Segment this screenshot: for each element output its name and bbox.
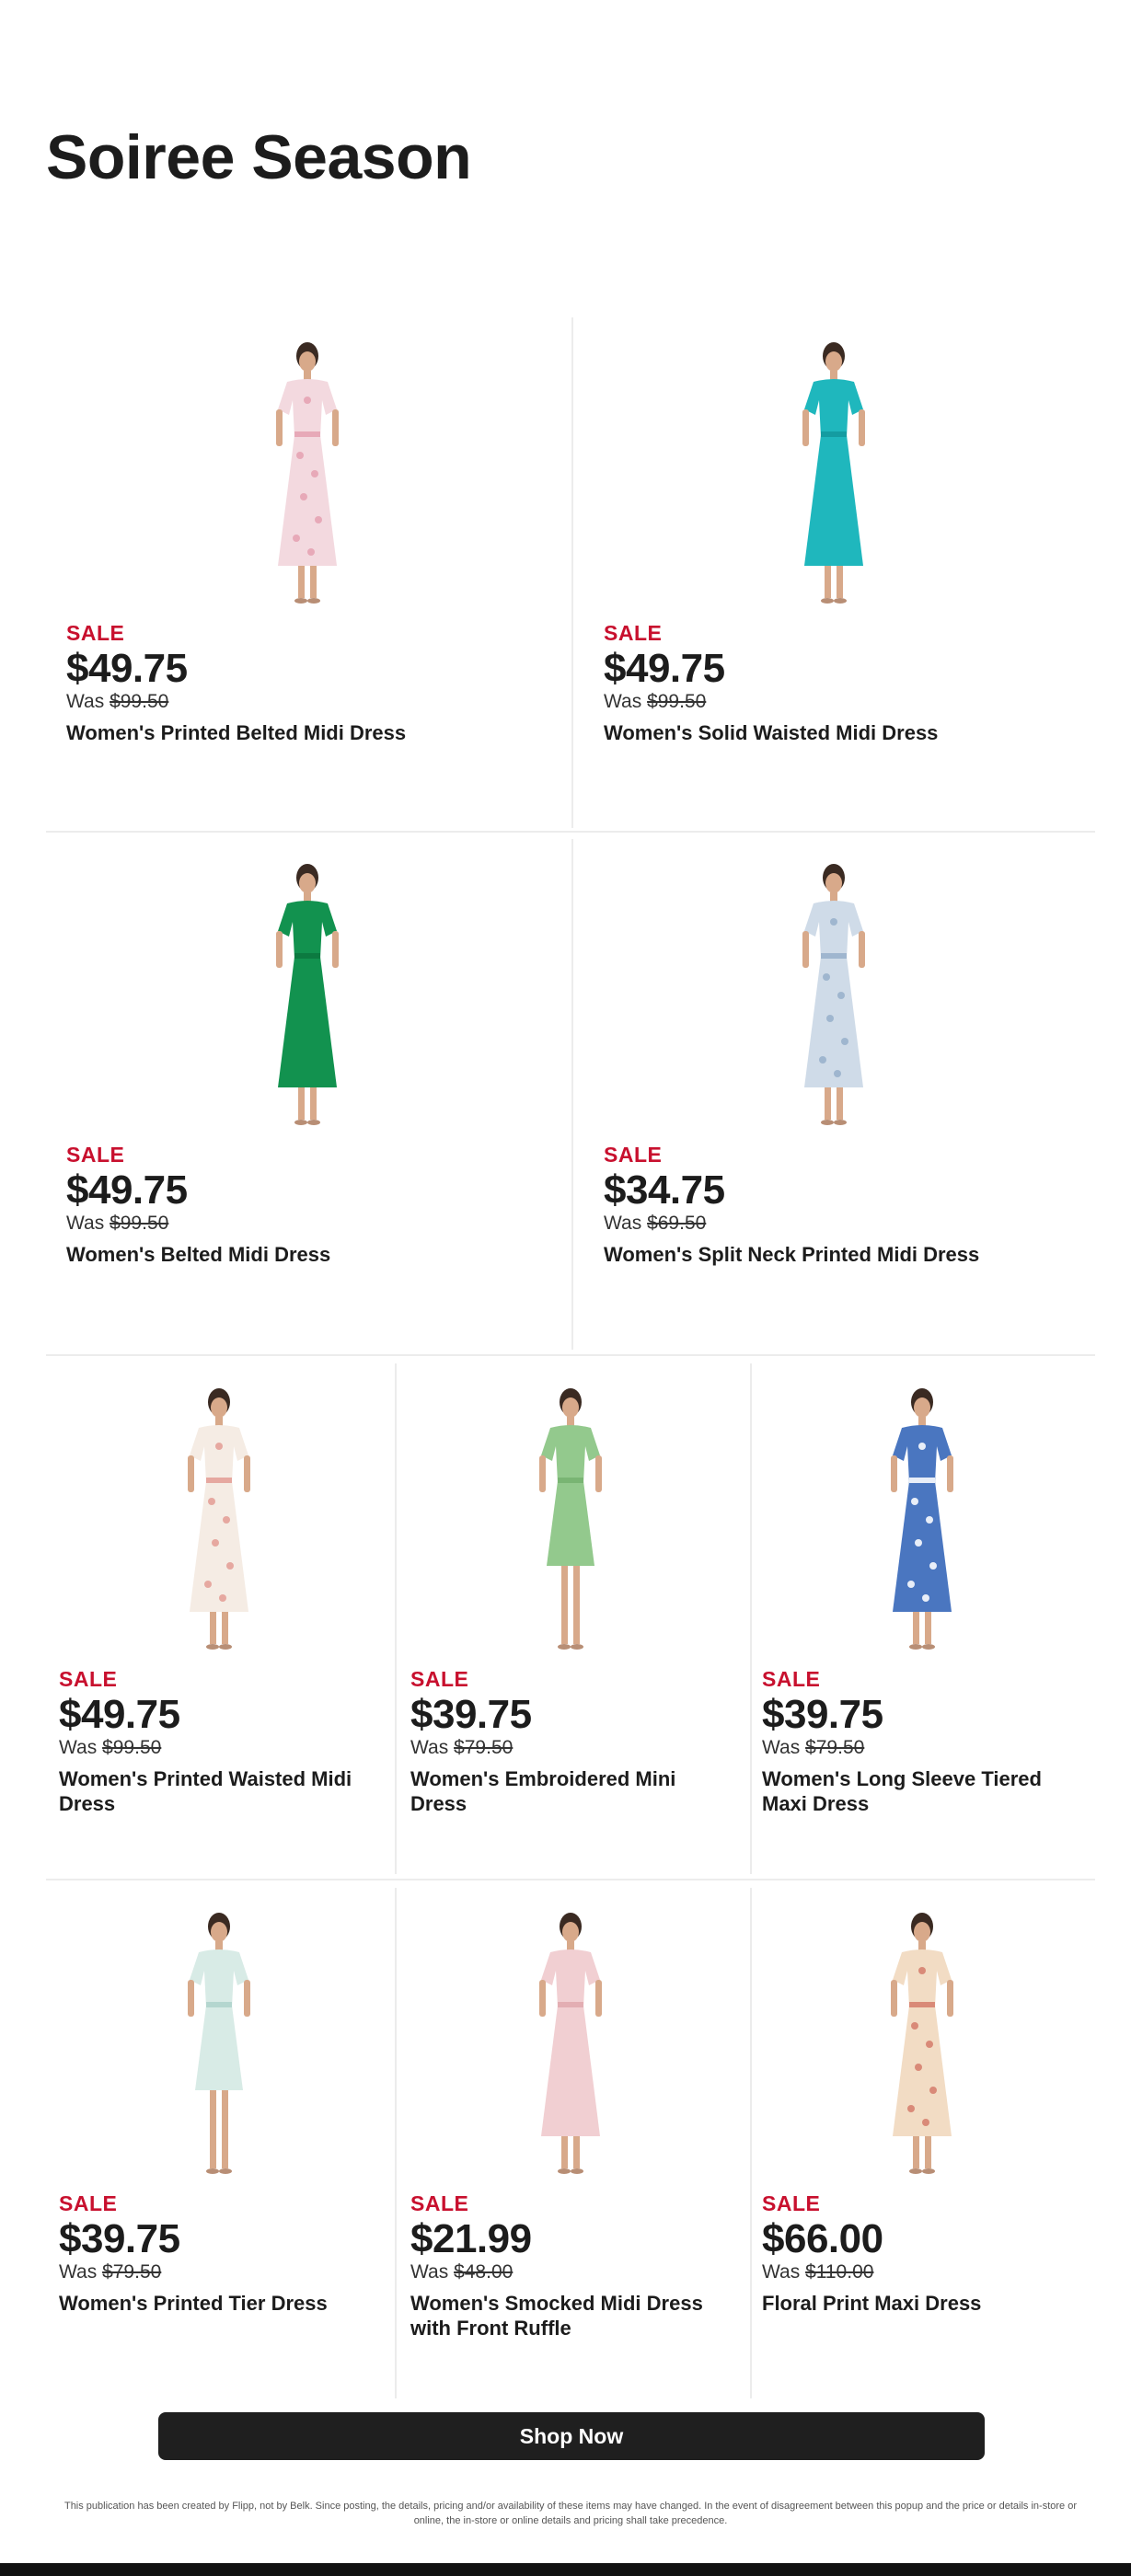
product-row: SALE $49.75 Was $99.50 Women's Belted Mi… [46,839,1095,1350]
sale-price: $66.00 [762,2216,883,2261]
sale-price: $49.75 [604,646,725,691]
original-price: Was $99.50 [66,1213,169,1234]
page-title: Soiree Season [46,122,472,192]
sale-price: $39.75 [762,1692,883,1737]
dress-model-illustration [891,1913,953,2174]
original-price: Was $110.00 [762,2261,874,2283]
sale-badge: SALE [762,1667,821,1691]
dress-model-illustration [802,342,865,604]
sale-price: $39.75 [59,2216,180,2261]
original-price: Was $99.50 [66,691,169,712]
product-card[interactable]: SALE $49.75 Was $99.50 Women's Belted Mi… [46,839,569,1350]
original-price: Was $99.50 [604,691,707,712]
sale-badge: SALE [410,1667,469,1691]
dress-model-illustration [539,1388,602,1650]
original-price: Was $69.50 [604,1213,707,1234]
original-price: Was $48.00 [410,2261,514,2283]
sale-badge: SALE [604,1143,663,1167]
product-name[interactable]: Women's Printed Belted Midi Dress [66,720,406,745]
product-name[interactable]: Women's Printed Tier Dress [59,2291,385,2316]
sale-price: $49.75 [66,1167,188,1213]
dress-model-illustration [276,864,339,1125]
original-price: Was $79.50 [410,1737,514,1758]
product-card[interactable]: SALE $21.99 Was $48.00 Women's Smocked M… [398,1888,744,2398]
product-card[interactable]: SALE $49.75 Was $99.50 Women's Solid Wai… [572,317,1095,828]
sale-badge: SALE [66,1143,125,1167]
product-name[interactable]: Floral Print Maxi Dress [762,2291,1088,2316]
sale-badge: SALE [59,1667,118,1691]
product-image[interactable] [572,857,1095,1133]
sale-price: $49.75 [66,646,188,691]
dress-model-illustration [539,1913,602,2174]
product-image[interactable] [749,1382,1095,1658]
product-image[interactable] [46,857,569,1133]
product-card[interactable]: SALE $34.75 Was $69.50 Women's Split Nec… [572,839,1095,1350]
product-image[interactable] [398,1906,744,2182]
product-name[interactable]: Women's Embroidered Mini Dress [410,1766,736,1816]
original-price: Was $79.50 [762,1737,865,1758]
product-image[interactable] [46,336,569,612]
product-name[interactable]: Women's Smocked Midi Dress with Front Ru… [410,2291,736,2340]
product-name[interactable]: Women's Belted Midi Dress [66,1242,330,1267]
dress-model-illustration [276,342,339,604]
product-image[interactable] [398,1382,744,1658]
sale-badge: SALE [410,2191,469,2215]
dress-model-illustration [188,1913,250,2174]
product-name[interactable]: Women's Split Neck Printed Midi Dress [604,1242,979,1267]
product-row: SALE $39.75 Was $79.50 Women's Printed T… [46,1888,1095,2398]
sale-badge: SALE [66,621,125,645]
sale-badge: SALE [604,621,663,645]
divider [46,1354,1095,1356]
sale-price: $21.99 [410,2216,532,2261]
product-card[interactable]: SALE $39.75 Was $79.50 Women's Printed T… [46,1888,392,2398]
product-card[interactable]: SALE $66.00 Was $110.00 Floral Print Max… [749,1888,1095,2398]
product-image[interactable] [572,336,1095,612]
product-card[interactable]: SALE $39.75 Was $79.50 Women's Long Slee… [749,1363,1095,1874]
product-card[interactable]: SALE $39.75 Was $79.50 Women's Embroider… [398,1363,744,1874]
sale-badge: SALE [762,2191,821,2215]
product-row: SALE $49.75 Was $99.50 Women's Printed W… [46,1363,1095,1874]
product-row: SALE $49.75 Was $99.50 Women's Printed B… [46,317,1095,828]
original-price: Was $79.50 [59,2261,162,2283]
product-name[interactable]: Women's Printed Waisted Midi Dress [59,1766,385,1816]
bottom-bar [0,2563,1131,2576]
sale-price: $39.75 [410,1692,532,1737]
divider [46,831,1095,833]
sale-price: $49.75 [59,1692,180,1737]
product-name[interactable]: Women's Long Sleeve Tiered Maxi Dress [762,1766,1088,1816]
divider [46,1879,1095,1880]
product-image[interactable] [749,1906,1095,2182]
dress-model-illustration [891,1388,953,1650]
shop-now-button[interactable]: Shop Now [158,2412,985,2460]
dress-model-illustration [802,864,865,1125]
sale-badge: SALE [59,2191,118,2215]
product-name[interactable]: Women's Solid Waisted Midi Dress [604,720,938,745]
original-price: Was $99.50 [59,1737,162,1758]
product-card[interactable]: SALE $49.75 Was $99.50 Women's Printed W… [46,1363,392,1874]
product-image[interactable] [46,1906,392,2182]
product-image[interactable] [46,1382,392,1658]
product-card[interactable]: SALE $49.75 Was $99.50 Women's Printed B… [46,317,569,828]
disclaimer-text: This publication has been created by Fli… [63,2501,1078,2526]
dress-model-illustration [188,1388,250,1650]
sale-price: $34.75 [604,1167,725,1213]
